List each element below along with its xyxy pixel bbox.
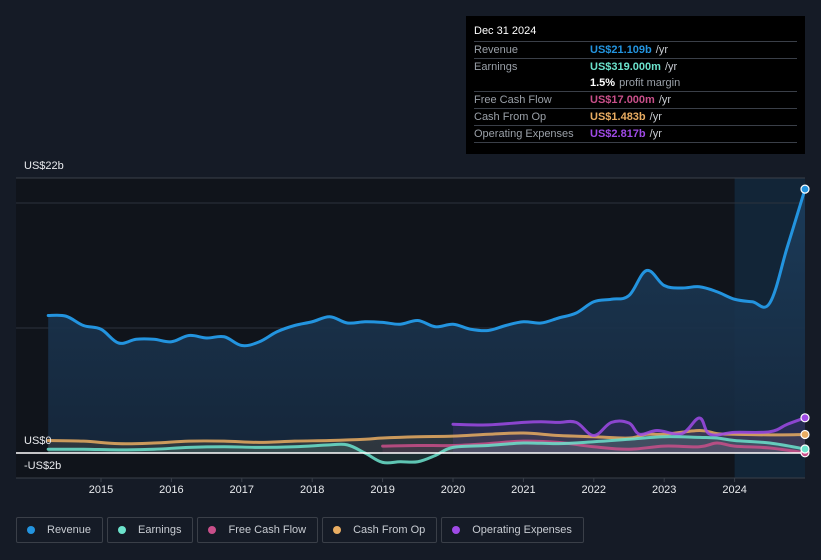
y-tick-label-top: US$22b bbox=[24, 160, 64, 172]
tooltip-unit: /yr bbox=[664, 61, 678, 73]
tooltip-label: Operating Expenses bbox=[474, 128, 574, 140]
legend-item-earnings[interactable]: Earnings bbox=[107, 517, 194, 543]
tooltip-row-cash-from-op: Cash From Op US$1.483b /yr bbox=[474, 109, 797, 126]
legend-label: Free Cash Flow bbox=[228, 524, 307, 536]
legend-label: Operating Expenses bbox=[472, 524, 572, 536]
x-tick-label: 2015 bbox=[88, 484, 114, 496]
tooltip-value: US$1.483b bbox=[590, 111, 646, 123]
tooltip-value: 1.5% bbox=[590, 77, 616, 89]
tooltip-row-fcf: Free Cash Flow US$17.000m /yr bbox=[474, 92, 797, 109]
y-tick-label-bottom: -US$2b bbox=[24, 460, 62, 472]
x-tick-label: 2016 bbox=[159, 484, 184, 496]
legend-label: Revenue bbox=[47, 524, 92, 536]
legend-dot-icon bbox=[452, 526, 461, 534]
endpoint-operating-expenses bbox=[800, 413, 810, 423]
x-tick-label: 2021 bbox=[511, 484, 536, 496]
tooltip-value: US$17.000m bbox=[590, 94, 655, 106]
legend-dot-icon bbox=[333, 526, 342, 534]
x-tick-label: 2017 bbox=[229, 484, 255, 496]
tooltip-label bbox=[474, 75, 590, 91]
tooltip-unit: profit margin bbox=[619, 77, 681, 89]
tooltip-unit: /yr bbox=[649, 111, 662, 123]
tooltip-row-earnings: Earnings US$319.000m /yr bbox=[474, 59, 797, 75]
tooltip-label: Free Cash Flow bbox=[474, 94, 552, 106]
y-tick-label-zero: US$0 bbox=[24, 435, 52, 447]
endpoint-cash-from-op bbox=[800, 429, 810, 440]
tooltip-date: Dec 31 2024 bbox=[474, 24, 797, 42]
tooltip-label: Revenue bbox=[474, 44, 519, 56]
tooltip-unit: /yr bbox=[655, 44, 668, 56]
tooltip-unit: /yr bbox=[658, 94, 672, 106]
data-tooltip: Dec 31 2024 Revenue US$21.109b /yr Earni… bbox=[466, 16, 805, 154]
tooltip-label: Cash From Op bbox=[474, 111, 547, 123]
tooltip-row-profit-margin: 1.5% profit margin bbox=[474, 75, 797, 92]
endpoint-earnings bbox=[800, 444, 810, 454]
legend-item-operating-expenses[interactable]: Operating Expenses bbox=[441, 517, 584, 543]
tooltip-value: US$2.817b bbox=[590, 128, 646, 140]
endpoint-revenue bbox=[800, 184, 810, 194]
tooltip-value: US$319.000m bbox=[590, 61, 661, 73]
legend-dot-icon bbox=[208, 526, 217, 534]
tooltip-row-revenue: Revenue US$21.109b /yr bbox=[474, 42, 797, 59]
tooltip-value: US$21.109b bbox=[590, 44, 652, 56]
x-tick-label: 2019 bbox=[370, 484, 395, 496]
chart-legend: Revenue Earnings Free Cash Flow Cash Fro… bbox=[16, 517, 584, 543]
legend-dot-icon bbox=[27, 526, 35, 534]
x-tick-label: 2022 bbox=[581, 484, 607, 496]
x-tick-label: 2023 bbox=[651, 484, 677, 496]
x-tick-label: 2024 bbox=[722, 484, 747, 496]
legend-item-free-cash-flow[interactable]: Free Cash Flow bbox=[197, 517, 319, 543]
x-tick-label: 2018 bbox=[299, 484, 325, 496]
legend-item-cash-from-op[interactable]: Cash From Op bbox=[322, 517, 438, 543]
tooltip-unit: /yr bbox=[649, 128, 662, 140]
legend-item-revenue[interactable]: Revenue bbox=[16, 517, 104, 543]
tooltip-row-opex: Operating Expenses US$2.817b /yr bbox=[474, 126, 797, 143]
tooltip-label: Earnings bbox=[474, 61, 518, 73]
legend-label: Cash From Op bbox=[353, 524, 426, 536]
x-tick-label: 2020 bbox=[440, 484, 466, 496]
legend-label: Earnings bbox=[138, 524, 182, 536]
legend-dot-icon bbox=[118, 526, 127, 534]
